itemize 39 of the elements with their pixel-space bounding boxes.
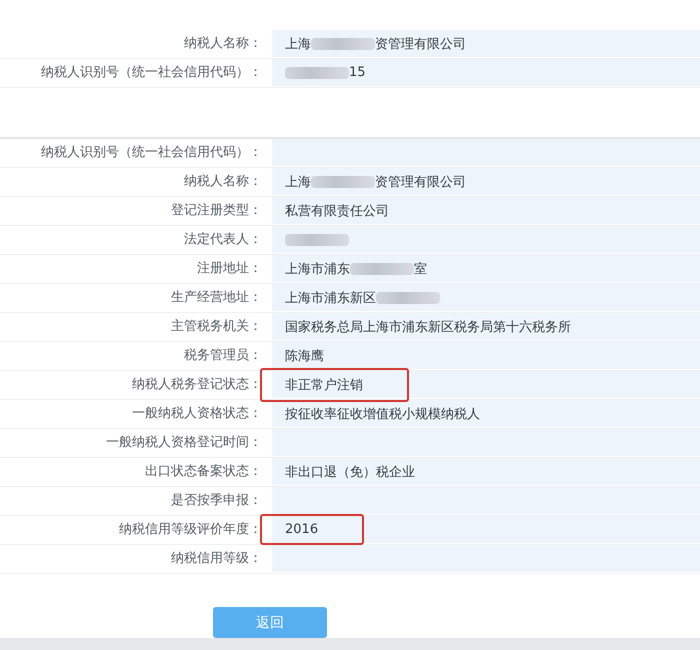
field-value: 资管理有限公司 bbox=[375, 174, 466, 190]
field-value: 上海市浦东 bbox=[285, 260, 350, 278]
field-value: 非出口退（免）税企业 bbox=[285, 464, 415, 480]
field-value: 上海市浦东新区 bbox=[285, 290, 376, 306]
redacted-block bbox=[285, 234, 349, 246]
field-label: 生产经营地址： bbox=[170, 289, 263, 307]
redacted-block bbox=[376, 292, 440, 304]
field-label: 纳税信用等级： bbox=[170, 550, 263, 568]
field-label: 注册地址： bbox=[196, 260, 263, 278]
redacted-block bbox=[311, 38, 375, 50]
field-label: 税务管理员： bbox=[183, 347, 263, 365]
field-value: 非正常户注销 bbox=[285, 376, 363, 394]
field-value: 上海 bbox=[285, 174, 311, 190]
field-label: 纳税人税务登记状态： bbox=[131, 376, 263, 394]
back-button[interactable]: 返回 bbox=[213, 607, 327, 638]
field-label: 一般纳税人资格登记时间： bbox=[105, 434, 263, 452]
field-label: 出口状态备案状态： bbox=[144, 463, 263, 481]
redacted-block bbox=[350, 262, 414, 274]
field-label: 是否按季申报： bbox=[170, 492, 263, 510]
field-value: 上海 bbox=[285, 36, 311, 52]
field-value: 15 bbox=[349, 65, 366, 80]
field-label: 法定代表人： bbox=[183, 231, 263, 249]
field-value: 2016 bbox=[285, 522, 318, 537]
field-value: 按征收率征收增值税小规模纳税人 bbox=[285, 406, 480, 422]
field-label: 纳税信用等级评价年度： bbox=[118, 521, 263, 539]
field-label: 纳税人名称： bbox=[183, 173, 263, 191]
redacted-block bbox=[311, 176, 375, 188]
field-label: 纳税人名称： bbox=[183, 35, 263, 53]
field-value: 国家税务总局上海市浦东新区税务局第十六税务所 bbox=[285, 318, 571, 336]
field-label: 登记注册类型： bbox=[170, 202, 263, 220]
field-label: 纳税人识别号（统一社会信用代码）： bbox=[40, 64, 263, 82]
redacted-block bbox=[285, 66, 349, 78]
field-value: 陈海鹰 bbox=[285, 348, 324, 364]
field-value: 资管理有限公司 bbox=[375, 36, 466, 52]
field-label: 一般纳税人资格状态： bbox=[131, 405, 263, 423]
field-value: 私营有限责任公司 bbox=[285, 202, 389, 220]
field-label: 主管税务机关： bbox=[170, 318, 263, 336]
field-label: 纳税人识别号（统一社会信用代码）： bbox=[40, 144, 263, 162]
field-value: 室 bbox=[414, 260, 427, 278]
